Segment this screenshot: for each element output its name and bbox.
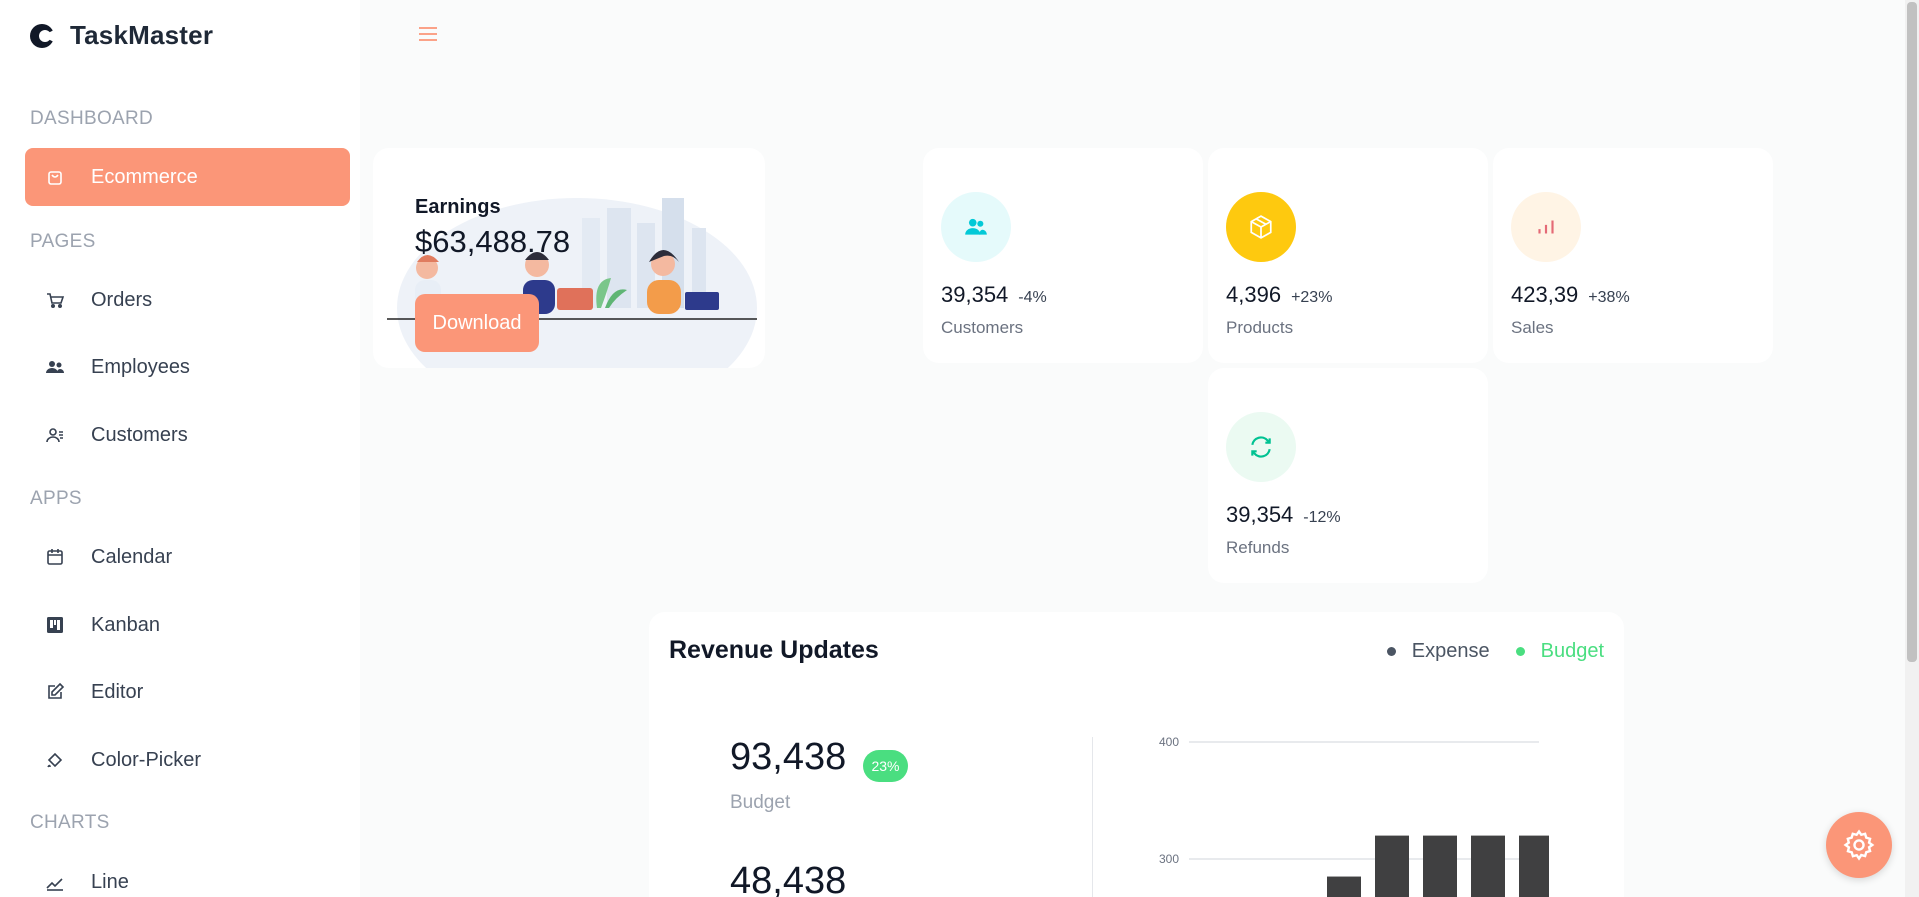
legend-budget-label: Budget [1540,640,1604,662]
settings-button[interactable] [1826,812,1892,878]
sidebar-item-orders[interactable]: Orders [25,271,350,329]
hamburger-menu-icon[interactable] [416,22,440,46]
sidebar-item-label: Kanban [91,613,160,636]
expense-bar[interactable] [1519,835,1549,897]
stat-change: -4% [1018,289,1047,306]
y-tick-label: 400 [1159,735,1179,749]
earnings-label: Earnings [415,196,501,218]
sidebar-item-editor[interactable]: Editor [25,663,350,721]
section-charts: CHARTS [30,812,110,833]
stat-value: 4,396 [1226,282,1282,307]
download-button[interactable]: Download [415,294,539,352]
sidebar-item-label: Customers [91,423,188,446]
section-apps: APPS [30,488,82,509]
people-icon [45,357,65,377]
sidebar-item-label: Color-Picker [91,748,202,771]
sidebar-item-employees[interactable]: Employees [25,338,350,396]
expense-value: 48,438 [730,860,847,897]
sidebar-item-line[interactable]: Line [25,853,350,897]
customers-icon[interactable] [941,192,1011,262]
shopping-bag-icon [45,167,65,187]
stat-value: 423,39 [1511,282,1579,307]
sidebar-item-label: Orders [91,288,153,311]
expense-bar[interactable] [1375,835,1409,897]
revenue-card: Revenue Updates Expense Budget 93,438 23… [649,612,1624,897]
edit-icon [45,682,65,702]
sidebar-item-label: Line [91,870,129,893]
scrollbar[interactable] [1905,0,1919,897]
stat-label: Products [1226,318,1294,337]
section-pages: PAGES [30,231,96,252]
revenue-bar-chart: 300 400 [1159,735,1549,897]
stat-card-products: 4,396 +23% Products [1208,148,1488,363]
budget-label: Budget [730,792,791,813]
sidebar: TaskMaster DASHBOARD Ecommerce PAGES Ord… [0,0,360,897]
stat-label: Refunds [1226,538,1290,557]
logo-icon [30,23,54,48]
box-icon[interactable] [1226,192,1296,262]
brand[interactable]: TaskMaster [28,20,213,51]
refresh-icon[interactable] [1226,412,1296,482]
legend-expense[interactable]: Expense [1386,640,1490,663]
stat-value: 39,354 [941,282,1009,307]
legend-budget[interactable]: Budget [1515,640,1604,663]
sidebar-item-customers[interactable]: Customers [25,406,350,464]
divider [1092,737,1093,897]
stat-change: -12% [1303,509,1341,526]
stat-label: Customers [941,318,1024,337]
sidebar-item-calendar[interactable]: Calendar [25,528,350,586]
stat-change: +38% [1588,289,1630,306]
sidebar-item-label: Editor [91,680,144,703]
customers-icon [45,425,65,445]
revenue-title: Revenue Updates [669,636,879,664]
line-chart-icon [45,872,65,892]
budget-dot-icon [1515,647,1525,656]
calendar-icon [45,547,65,567]
sidebar-item-label: Employees [91,355,190,378]
legend-expense-label: Expense [1411,640,1490,662]
stat-card-customers: 39,354 -4% Customers [923,148,1203,363]
expense-bar[interactable] [1471,835,1505,897]
budget-value: 93,438 [730,736,847,778]
expense-dot-icon [1386,647,1396,656]
kanban-icon [45,615,65,635]
stat-change: +23% [1291,289,1333,306]
stat-card-sales: 423,39 +38% Sales [1493,148,1773,363]
sidebar-item-label: Calendar [91,545,173,568]
gear-icon [1843,829,1875,861]
section-dashboard: DASHBOARD [30,108,154,129]
sidebar-item-ecommerce[interactable]: Ecommerce [25,148,350,206]
stat-label: Sales [1511,318,1554,337]
chart-legend: Expense Budget [1386,640,1604,663]
bar-chart-icon[interactable] [1511,192,1581,262]
sidebar-item-label: Ecommerce [91,165,198,188]
stat-value: 39,354 [1226,502,1294,527]
expense-bar[interactable] [1423,835,1457,897]
sidebar-item-kanban[interactable]: Kanban [25,596,350,654]
app-name: TaskMaster [70,20,214,50]
paint-bucket-icon [45,750,65,770]
cart-icon [45,290,65,310]
scroll-thumb[interactable] [1907,2,1917,662]
budget-badge: 23% [863,750,908,782]
stat-card-refunds: 39,354 -12% Refunds [1208,368,1488,583]
expense-bar[interactable] [1327,876,1361,897]
earnings-value: $63,488.78 [415,224,571,259]
y-tick-label: 300 [1159,852,1179,866]
earnings-card: Earnings $63,488.78 Download [373,148,765,368]
sidebar-item-color-picker[interactable]: Color-Picker [25,731,350,789]
